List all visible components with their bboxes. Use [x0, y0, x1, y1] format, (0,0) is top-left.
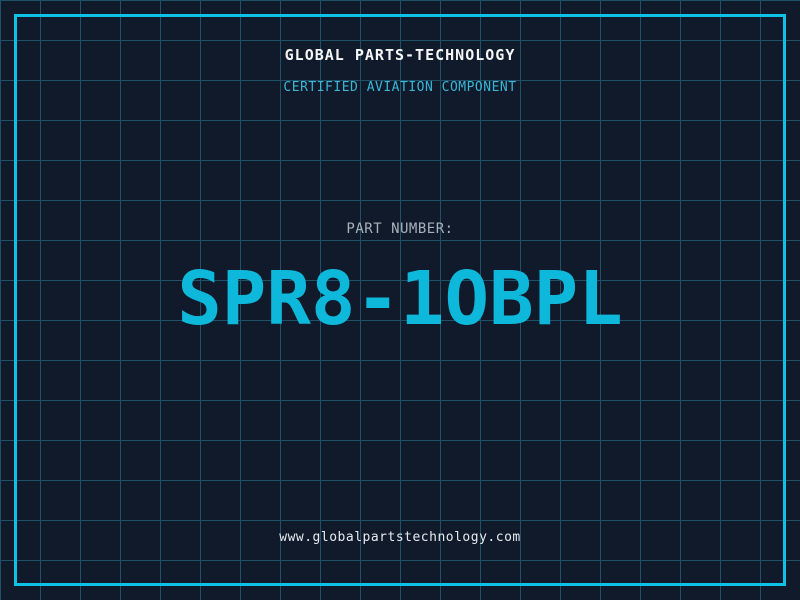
part-number-value: SPR8-1OBPL [177, 256, 623, 342]
brand-title: GLOBAL PARTS-TECHNOLOGY [284, 46, 516, 64]
grid-background: GLOBAL PARTS-TECHNOLOGY CERTIFIED AVIATI… [0, 0, 800, 600]
website-url: www.globalpartstechnology.com [279, 530, 521, 545]
part-number-label: PART NUMBER: [346, 221, 454, 237]
certification-subtitle: CERTIFIED AVIATION COMPONENT [283, 80, 517, 95]
